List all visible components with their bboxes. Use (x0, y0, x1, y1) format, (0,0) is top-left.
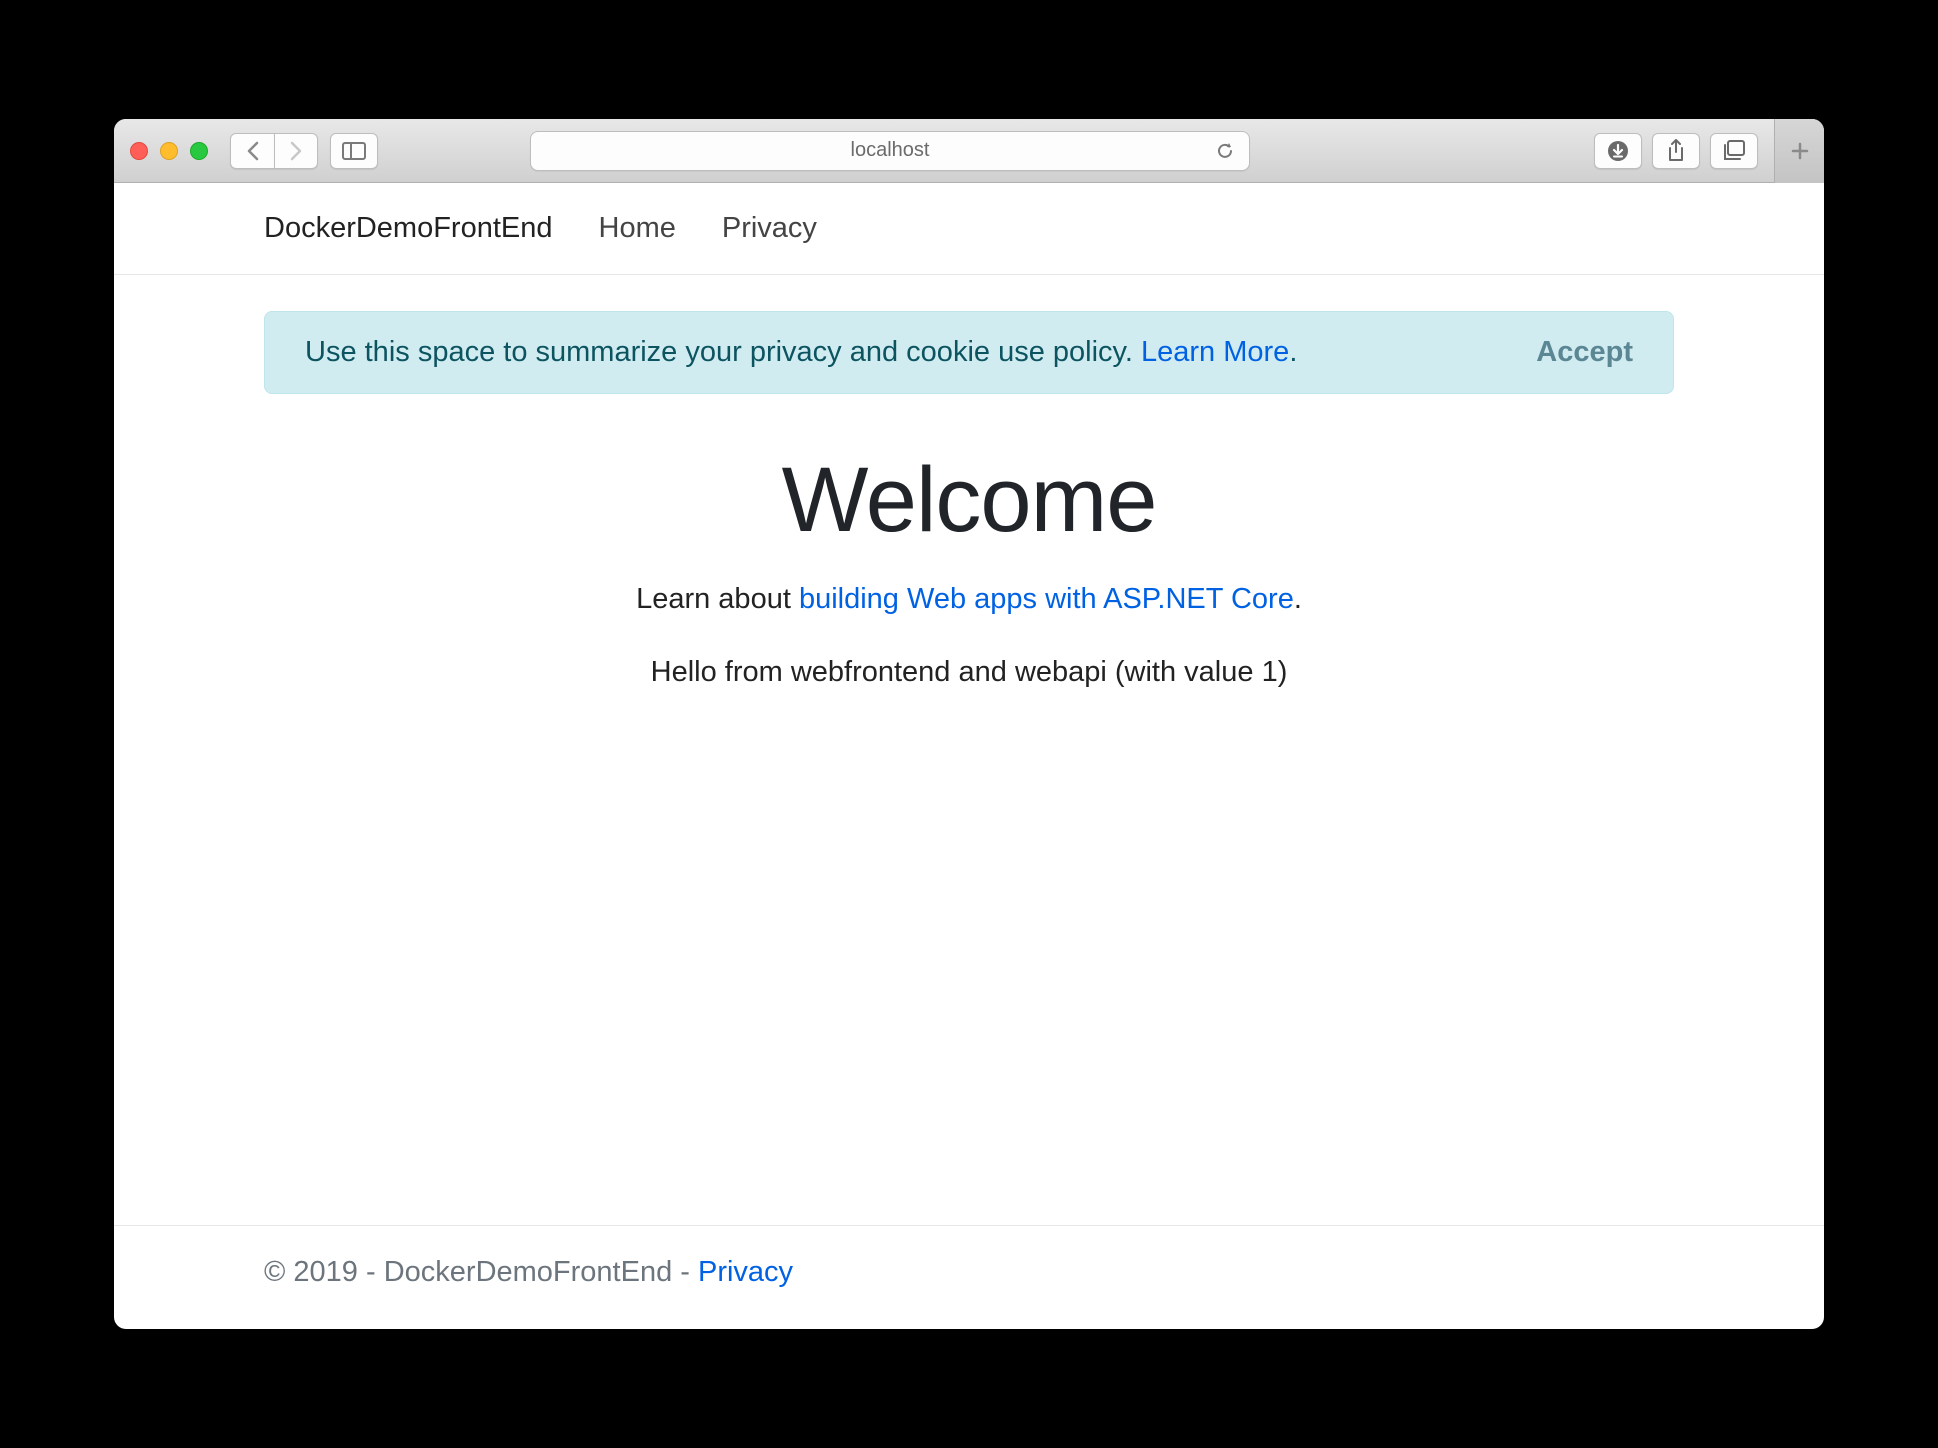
maximize-window-button[interactable] (190, 142, 208, 160)
site-footer: © 2019 - DockerDemoFrontEnd - Privacy (114, 1225, 1824, 1329)
downloads-button[interactable] (1594, 133, 1642, 169)
hero-subtext: Hello from webfrontend and webapi (with … (264, 656, 1674, 689)
cookie-alert-period: . (1289, 336, 1297, 368)
cookie-alert-text: Use this space to summarize your privacy… (305, 336, 1141, 368)
browser-window: localhost (114, 119, 1824, 1329)
browser-titlebar: localhost (114, 119, 1824, 183)
plus-icon (1790, 141, 1810, 161)
address-bar-text: localhost (851, 139, 930, 162)
cookie-accept-button[interactable]: Accept (1536, 336, 1633, 369)
minimize-window-button[interactable] (160, 142, 178, 160)
page-title: Welcome (264, 448, 1674, 553)
window-controls (130, 142, 208, 160)
close-window-button[interactable] (130, 142, 148, 160)
nav-link-home[interactable]: Home (599, 212, 676, 245)
footer-text: © 2019 - DockerDemoFrontEnd - (264, 1256, 698, 1288)
hero-lead-link[interactable]: building Web apps with ASP.NET Core (799, 583, 1294, 615)
back-button[interactable] (230, 133, 274, 169)
sidebar-toggle-button[interactable] (330, 133, 378, 169)
reload-icon (1215, 141, 1235, 161)
chevron-left-icon (246, 141, 260, 161)
cookie-alert: Use this space to summarize your privacy… (264, 311, 1674, 394)
cookie-alert-message: Use this space to summarize your privacy… (305, 336, 1486, 369)
tabs-overview-button[interactable] (1710, 133, 1758, 169)
hero-section: Welcome Learn about building Web apps wi… (264, 448, 1674, 689)
hero-lead-post: . (1294, 583, 1302, 615)
reload-button[interactable] (1215, 141, 1235, 161)
navbar-brand[interactable]: DockerDemoFrontEnd (264, 212, 553, 245)
download-icon (1607, 140, 1629, 162)
cookie-learn-more-link[interactable]: Learn More (1141, 336, 1289, 368)
main-content: Use this space to summarize your privacy… (114, 275, 1824, 1225)
toolbar-right (1594, 133, 1758, 169)
nav-button-group (230, 133, 318, 169)
hero-lead: Learn about building Web apps with ASP.N… (264, 583, 1674, 616)
hero-lead-pre: Learn about (636, 583, 799, 615)
sidebar-icon (342, 142, 366, 160)
forward-button[interactable] (274, 133, 318, 169)
footer-privacy-link[interactable]: Privacy (698, 1256, 793, 1288)
new-tab-button[interactable] (1774, 119, 1824, 183)
share-icon (1666, 139, 1686, 163)
nav-link-privacy[interactable]: Privacy (722, 212, 817, 245)
site-navbar: DockerDemoFrontEnd Home Privacy (114, 183, 1824, 275)
tabs-icon (1722, 140, 1746, 162)
address-bar[interactable]: localhost (530, 131, 1250, 171)
page-content: DockerDemoFrontEnd Home Privacy Use this… (114, 183, 1824, 1329)
chevron-right-icon (289, 141, 303, 161)
share-button[interactable] (1652, 133, 1700, 169)
